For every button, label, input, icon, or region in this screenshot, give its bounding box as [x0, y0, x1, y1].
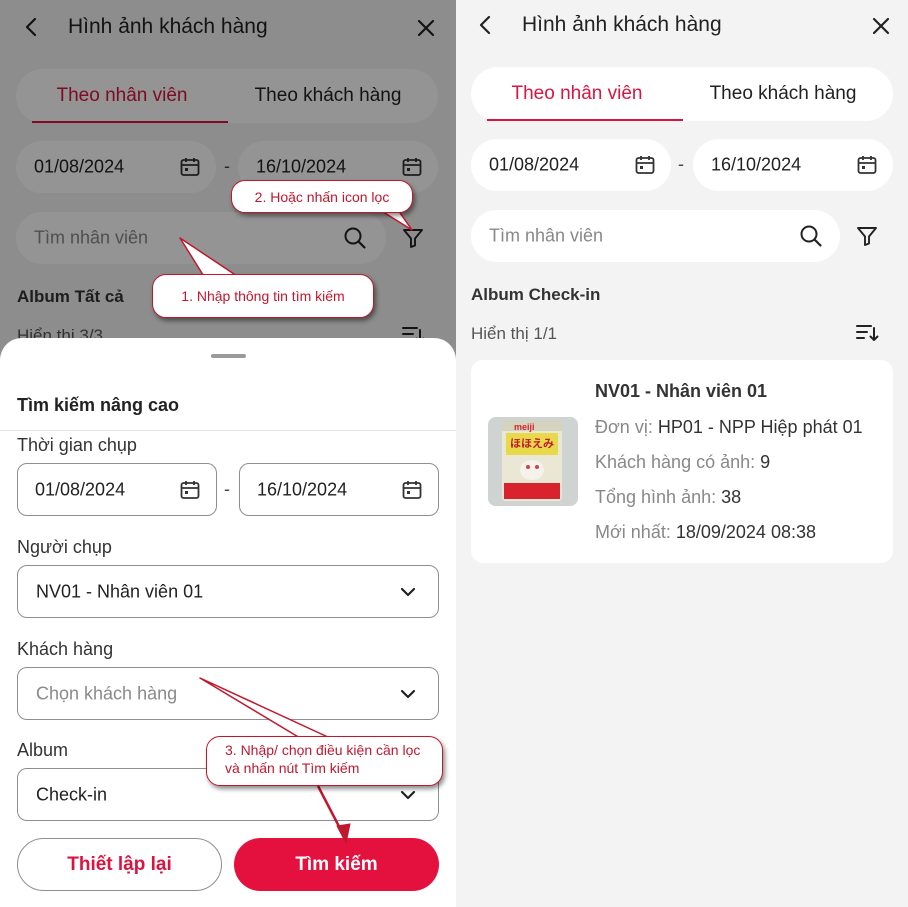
callout-1-text: 1. Nhập thông tin tìm kiếm — [181, 288, 345, 304]
search-input[interactable]: Tìm nhân viên — [471, 210, 840, 262]
callout-1: 1. Nhập thông tin tìm kiếm — [152, 274, 374, 318]
advanced-search-sheet: Tìm kiếm nâng cao Thời gian chụp 01/08/2… — [0, 338, 456, 907]
product-thumbnail: meiji ほほえみ — [488, 417, 578, 506]
chevron-down-icon — [398, 785, 418, 805]
tab-active-indicator — [487, 119, 683, 121]
back-arrow-icon[interactable] — [472, 12, 498, 38]
tab-by-employee[interactable]: Theo nhân viên — [471, 67, 683, 121]
sheet-title: Tìm kiếm nâng cao — [17, 395, 180, 415]
card-latest-row: Mới nhất: 18/09/2024 08:38 — [595, 522, 816, 543]
close-icon[interactable] — [868, 13, 894, 39]
card-customers-label: Khách hàng có ảnh: — [595, 452, 756, 472]
capture-from-value: 01/08/2024 — [35, 479, 126, 499]
callout-2-text: 2. Hoặc nhấn icon lọc — [254, 188, 390, 205]
card-total-value: 38 — [721, 487, 742, 507]
search-button[interactable]: Tìm kiếm — [234, 838, 439, 891]
calendar-icon — [633, 153, 657, 177]
callout-3: 3. Nhập/ chọn điều kiện cần lọc và nhấn … — [206, 736, 443, 786]
callout-3-text: 3. Nhập/ chọn điều kiện cần lọc và nhấn … — [225, 742, 421, 776]
capture-to-field[interactable]: 16/10/2024 — [239, 463, 439, 516]
date-separator: - — [678, 154, 684, 174]
date-from-value: 01/08/2024 — [489, 154, 580, 175]
customer-label: Khách hàng — [17, 639, 114, 659]
reset-button[interactable]: Thiết lập lại — [17, 838, 222, 891]
card-customers-row: Khách hàng có ảnh: 9 — [595, 452, 770, 473]
right-screen: Hình ảnh khách hàng Theo nhân viên Theo … — [456, 0, 908, 907]
search-icon[interactable] — [798, 223, 824, 249]
search-placeholder: Tìm nhân viên — [489, 225, 604, 246]
date-to-value: 16/10/2024 — [711, 154, 802, 175]
thumb-text: ほほえみ — [510, 438, 554, 450]
sheet-divider — [0, 430, 456, 431]
card-total-row: Tổng hình ảnh: 38 — [595, 487, 741, 508]
card-unit-row: Đơn vị: HP01 - NPP Hiệp phát 01 — [595, 417, 863, 438]
capture-from-field[interactable]: 01/08/2024 — [17, 463, 217, 516]
card-total-label: Tổng hình ảnh: — [595, 487, 717, 507]
calendar-icon — [400, 478, 424, 502]
card-employee-name: NV01 - Nhân viên 01 — [595, 381, 768, 401]
date-from-field[interactable]: 01/08/2024 — [471, 139, 671, 191]
card-unit-label: Đơn vị: — [595, 417, 653, 437]
sheet-drag-handle[interactable] — [211, 354, 246, 358]
filter-icon[interactable] — [854, 223, 880, 249]
date-to-field[interactable]: 16/10/2024 — [693, 139, 893, 191]
card-customers-value: 9 — [760, 452, 771, 472]
photographer-value: NV01 - Nhân viên 01 — [36, 581, 204, 601]
capture-date-separator: - — [224, 479, 230, 499]
employee-result-card[interactable]: meiji ほほえみ NV01 - Nhân viên 01 Đơn vị: H… — [471, 360, 893, 563]
album-value: Check-in — [36, 784, 108, 804]
card-latest-value: 18/09/2024 08:38 — [675, 522, 816, 542]
capture-to-value: 16/10/2024 — [257, 479, 348, 499]
result-count: Hiển thị 1/1 — [471, 324, 557, 343]
album-label: Album Check-in — [471, 285, 601, 304]
calendar-icon — [855, 153, 879, 177]
photographer-select[interactable]: NV01 - Nhân viên 01 — [17, 565, 439, 618]
card-latest-label: Mới nhất: — [595, 522, 671, 542]
chevron-down-icon — [398, 684, 418, 704]
card-unit-value: HP01 - NPP Hiệp phát 01 — [657, 417, 863, 437]
chevron-down-icon — [398, 582, 418, 602]
thumb-brand: meiji — [514, 422, 535, 432]
page-title: Hình ảnh khách hàng — [522, 13, 722, 36]
album-field-label: Album — [17, 740, 69, 760]
customer-select[interactable]: Chọn khách hàng — [17, 667, 439, 720]
left-screen: Hình ảnh khách hàng Theo nhân viên Theo … — [0, 0, 456, 907]
calendar-icon — [178, 478, 202, 502]
capture-time-label: Thời gian chụp — [17, 435, 137, 455]
customer-placeholder: Chọn khách hàng — [36, 683, 178, 703]
callout-2: 2. Hoặc nhấn icon lọc — [231, 180, 413, 213]
tab-bar: Theo nhân viên Theo khách hàng — [471, 67, 893, 121]
sort-icon[interactable] — [854, 322, 880, 344]
photographer-label: Người chụp — [17, 537, 112, 557]
tab-by-customer[interactable]: Theo khách hàng — [677, 67, 889, 121]
